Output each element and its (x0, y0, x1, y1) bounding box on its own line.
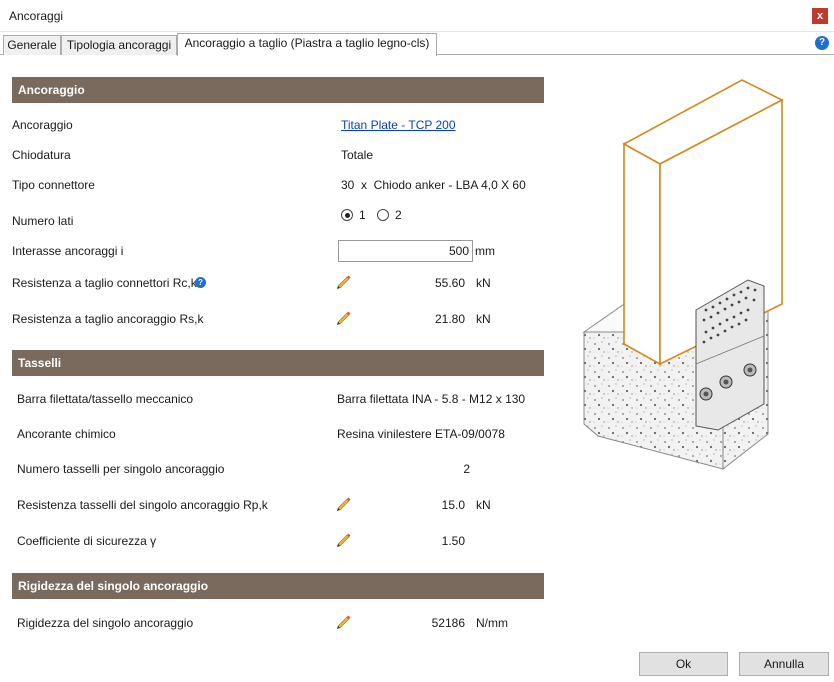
radio-lati-1[interactable] (341, 209, 353, 221)
unit-rigidezza: N/mm (476, 616, 508, 630)
label-rck: Resistenza a taglio connettori Rc,k (12, 276, 197, 290)
label-ancorante: Ancorante chimico (17, 427, 116, 441)
value-chiodatura: Totale (341, 148, 374, 162)
unit-rsk: kN (476, 312, 491, 326)
anchor-illustration (582, 79, 784, 471)
tab-tipologia-ancoraggi[interactable]: Tipologia ancoraggi (61, 35, 177, 55)
pencil-icon[interactable] (334, 308, 352, 326)
tab-bar: Generale Tipologia ancoraggi Ancoraggio … (0, 33, 834, 56)
unit-rck: kN (476, 276, 491, 290)
unit-interasse: mm (475, 244, 495, 258)
value-tipo-connettore: 30 x Chiodo anker - LBA 4,0 X 60 (341, 178, 526, 192)
tab-content: Ancoraggio Ancoraggio Titan Plate - TCP … (0, 56, 834, 682)
unit-rpk: kN (476, 498, 491, 512)
info-icon[interactable]: ? (195, 277, 206, 288)
value-ancorante: Resina vinilestere ETA-09/0078 (337, 427, 505, 441)
radio-lati-2-label: 2 (395, 208, 402, 222)
value-rck: 55.60 (434, 276, 465, 290)
value-gamma: 1.50 (441, 534, 465, 548)
section-header-ancoraggio: Ancoraggio (12, 77, 544, 103)
tab-ancoraggio-a-taglio[interactable]: Ancoraggio a taglio (Piastra a taglio le… (177, 33, 437, 56)
pencil-icon[interactable] (334, 612, 352, 630)
label-numero-tasselli: Numero tasselli per singolo ancoraggio (17, 462, 225, 476)
help-icon[interactable]: ? (815, 36, 829, 50)
label-tipo-connettore: Tipo connettore (12, 178, 95, 192)
window-title: Ancoraggi (9, 9, 64, 23)
cancel-button[interactable]: Annulla (739, 652, 829, 676)
radio-lati-1-label: 1 (359, 208, 366, 222)
label-rsk: Resistenza a taglio ancoraggio Rs,k (12, 312, 204, 326)
label-rigidezza: Rigidezza del singolo ancoraggio (17, 616, 194, 630)
value-rsk: 21.80 (434, 312, 465, 326)
value-barra: Barra filettata INA - 5.8 - M12 x 130 (337, 392, 526, 406)
value-rpk: 15.0 (441, 498, 465, 512)
label-chiodatura: Chiodatura (12, 148, 71, 162)
value-numero-tasselli: 2 (463, 462, 470, 476)
label-rpk: Resistenza tasselli del singolo ancoragg… (17, 498, 268, 512)
ancoraggio-link[interactable]: Titan Plate - TCP 200 (341, 118, 456, 132)
section-header-tasselli: Tasselli (12, 350, 544, 376)
interasse-input[interactable]: 500 (338, 240, 473, 262)
title-bar: Ancoraggi x (0, 0, 834, 32)
section-header-rigidezza: Rigidezza del singolo ancoraggio (12, 573, 544, 599)
ok-button[interactable]: Ok (639, 652, 728, 676)
close-icon[interactable]: x (812, 8, 828, 24)
label-ancoraggio: Ancoraggio (12, 118, 73, 132)
label-barra: Barra filettata/tassello meccanico (17, 392, 194, 406)
label-gamma: Coefficiente di sicurezza γ (17, 534, 157, 548)
pencil-icon[interactable] (334, 530, 352, 548)
tab-generale[interactable]: Generale (3, 35, 61, 55)
label-interasse: Interasse ancoraggi i (12, 244, 124, 258)
label-numero-lati: Numero lati (12, 214, 74, 228)
radio-lati-2[interactable] (377, 209, 389, 221)
pencil-icon[interactable] (334, 494, 352, 512)
value-rigidezza: 52186 (431, 616, 465, 630)
pencil-icon[interactable] (334, 272, 352, 290)
